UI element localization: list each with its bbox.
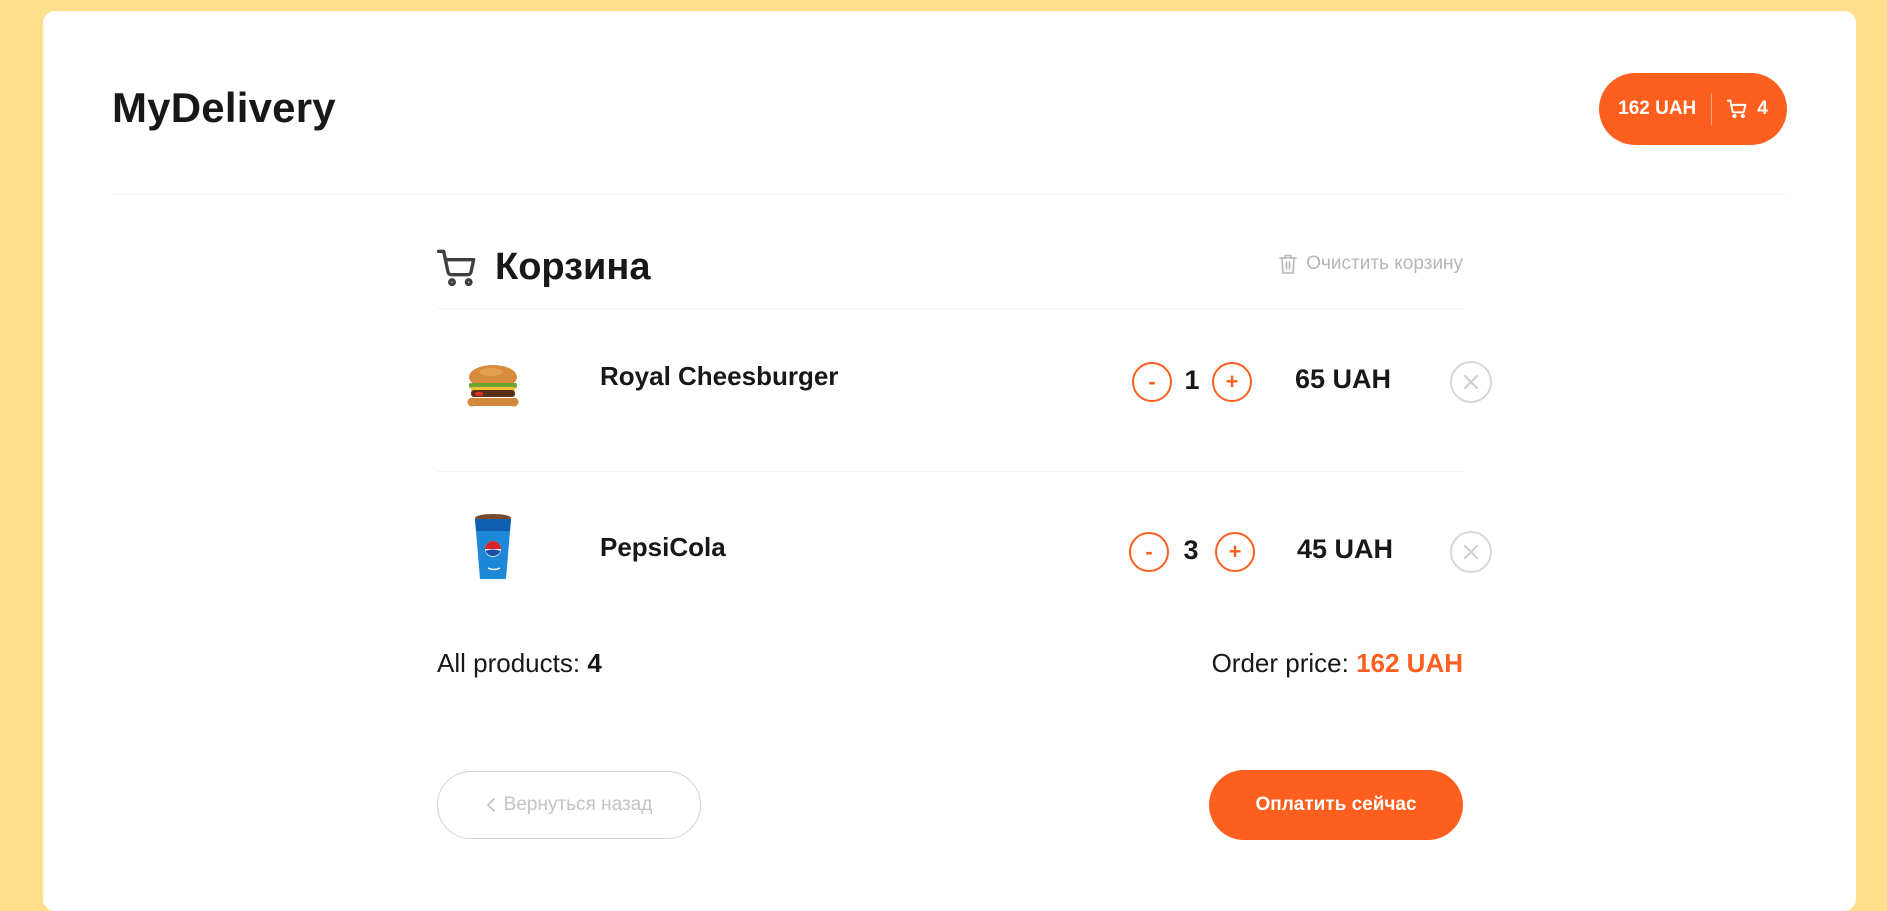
close-icon [1463,374,1479,390]
order-price-value: 162 UAH [1356,648,1463,678]
cart-top: Корзина Очистить корзину [437,195,1463,309]
total-products: All products: 4 [437,648,602,679]
order-price: Order price: 162 UAH [1212,648,1463,679]
item-name: Royal Cheesburger [600,361,839,391]
chevron-left-icon [486,798,495,812]
cart-section: Корзина Очистить корзину Royal Cheesburg… [437,195,1492,744]
cheeseburger-image [461,355,525,419]
increase-quantity-button[interactable]: + [1215,532,1255,572]
clear-cart-button[interactable]: Очистить корзину [1278,253,1463,275]
cart-title: Корзина [437,246,650,289]
total-products-value: 4 [587,648,602,678]
cart-button-divider [1711,93,1713,125]
go-back-label: Вернуться назад [503,794,653,815]
header: MyDelivery 162 UAH 4 [112,11,1787,195]
item-price: 45 UAH [1296,534,1394,564]
cart-item: Royal Cheesburger - 1 + 65 UAH [437,309,1492,472]
trash-icon [1279,254,1298,274]
pepsi-cup-image [461,514,525,580]
order-price-label: Order price: [1211,648,1349,678]
remove-item-button[interactable] [1450,531,1492,573]
total-products-label: All products: [437,648,581,678]
header-cart-button[interactable]: 162 UAH 4 [1599,73,1787,145]
cart-title-text: Корзина [495,246,651,288]
item-name: PepsiCola [600,532,726,562]
decrease-quantity-button[interactable]: - [1129,532,1169,572]
cart-icon [1727,99,1747,119]
close-icon [1463,544,1479,560]
cart-summary: All products: 4 Order price: 162 UAH [437,644,1463,744]
item-quantity: 3 [1183,535,1199,565]
item-price: 65 UAH [1294,364,1392,394]
cart-total-price: 162 UAH [1618,98,1697,119]
clear-cart-label: Очистить корзину [1306,253,1463,274]
cart-item: PepsiCola - 3 + 45 UAH [437,472,1492,644]
cart-item-count: 4 [1757,98,1768,119]
remove-item-button[interactable] [1450,361,1492,403]
go-back-button[interactable]: Вернуться назад [437,771,701,839]
cart-count-group: 4 [1727,98,1768,120]
increase-quantity-button[interactable]: + [1212,362,1252,402]
logo[interactable]: MyDelivery [112,84,336,132]
decrease-quantity-button[interactable]: - [1132,362,1172,402]
pay-now-button[interactable]: Оплатить сейчас [1209,770,1463,840]
page-wrapper: MyDelivery 162 UAH 4 Корзина Очистить ко… [43,11,1856,911]
item-quantity: 1 [1184,365,1200,395]
cart-icon [437,249,476,286]
